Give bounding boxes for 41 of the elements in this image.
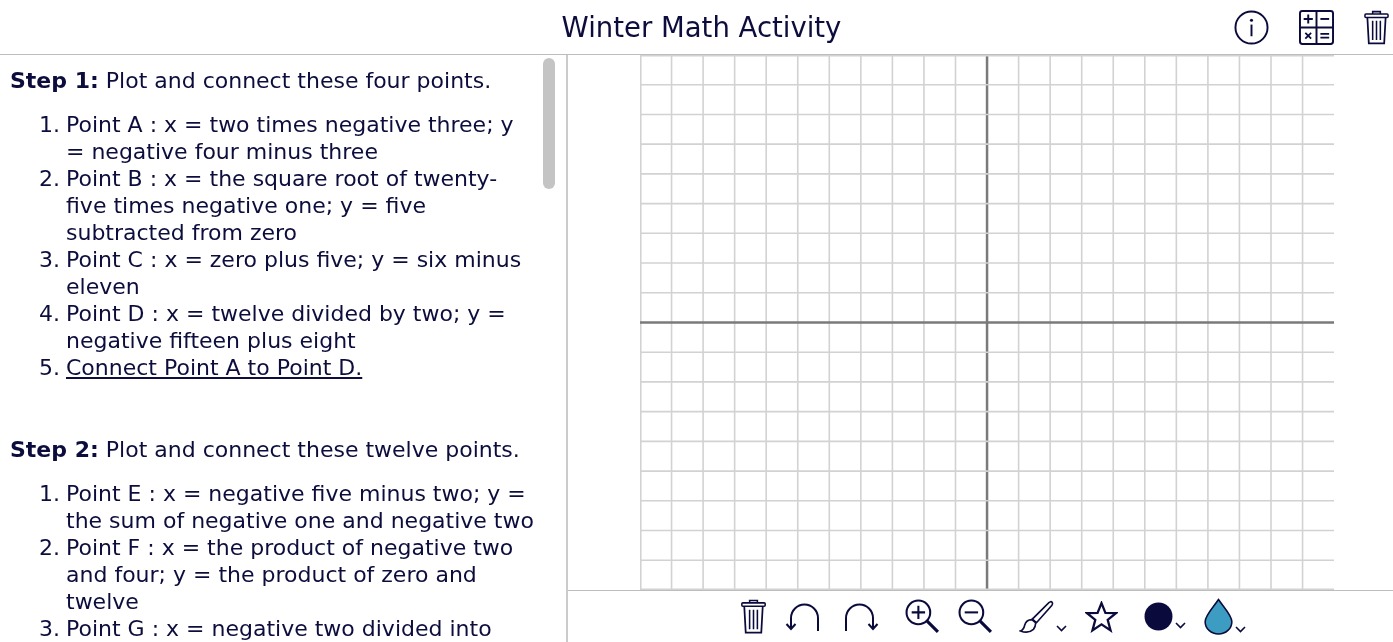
stroke-color-button[interactable] [1143, 602, 1186, 631]
instruction-text: Point F : x = the product of negative two and four; y = the product of zero and twelve [66, 534, 515, 615]
trash-icon [739, 599, 767, 634]
calculator-icon [1299, 9, 1334, 45]
list-number: 2. [39, 165, 60, 193]
list-number: 3. [39, 246, 60, 274]
list-number: 1. [39, 480, 60, 508]
zoom-out-button[interactable] [957, 599, 993, 634]
scrollbar-thumb[interactable] [543, 58, 555, 189]
zoom-in-button[interactable] [904, 599, 940, 634]
star-button[interactable] [1084, 600, 1118, 633]
step-heading: Step 1: Plot and connect these four points. [10, 67, 493, 94]
list-number: 4. [39, 300, 60, 328]
instruction-text: Point C : x = zero plus five; y = six minus eleven [66, 246, 523, 300]
instruction-text: Point B : x = the square root of twenty-five times negative one; y = five subtracted from zero [66, 165, 499, 246]
calculator-button[interactable] [1299, 9, 1334, 45]
list-number: 5. [39, 354, 60, 381]
clear-button[interactable] [739, 599, 767, 634]
instruction-text: Point A : x = two times negative three; y = negative four minus three [66, 111, 515, 165]
fill-color-button[interactable] [1203, 598, 1246, 635]
caret-icon [1055, 625, 1067, 632]
instruction-text: Point E : x = negative five minus two; y = the sum of negative one and negative two [66, 480, 535, 534]
info-button[interactable] [1234, 9, 1269, 45]
app-title: Winter Math Activity [560, 11, 842, 43]
brush-button[interactable] [1018, 599, 1067, 634]
trash-icon [1364, 9, 1389, 45]
delete-button[interactable] [1364, 9, 1389, 45]
list-number: 1. [39, 111, 60, 139]
caret-icon [1174, 622, 1186, 629]
list-number: 2. [39, 534, 60, 562]
instruction-text: Point D : x = twelve divided by two; y = negative fifteen plus eight [66, 300, 507, 354]
zoom-in-icon [904, 599, 940, 634]
list-number: 3. [39, 615, 60, 642]
star-icon [1084, 600, 1118, 633]
caret-icon [1234, 626, 1246, 633]
step-heading: Step 2: Plot and connect these twelve points. [10, 436, 521, 463]
zoom-out-icon [957, 599, 993, 634]
instruction-text: Point G : x = negative two divided into [66, 615, 492, 642]
info-icon [1234, 9, 1269, 45]
paintbrush-icon [1018, 599, 1054, 634]
instruction-link[interactable]: Connect Point A to Point D. [66, 354, 363, 381]
